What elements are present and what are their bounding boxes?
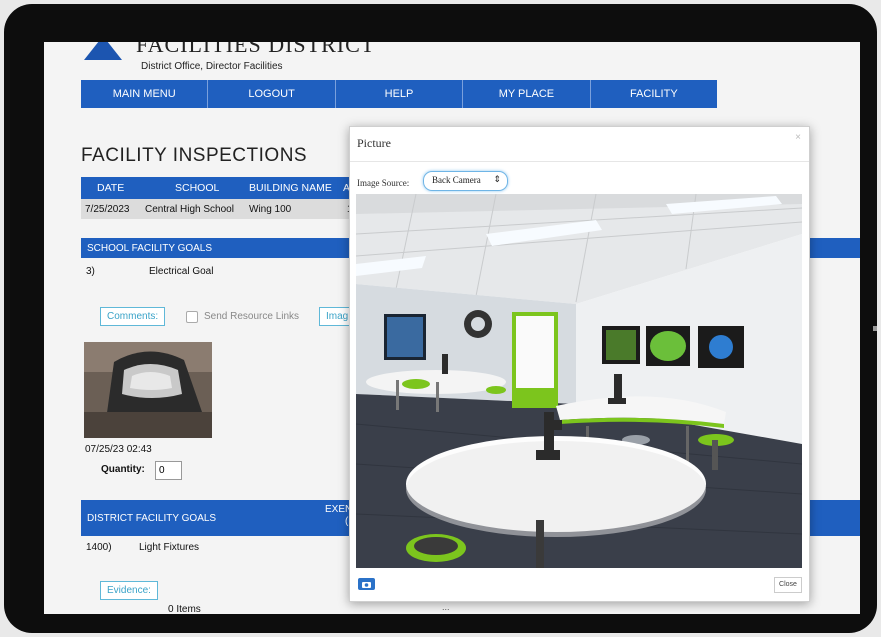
district-goals-title: DISTRICT FACILITY GOALS	[87, 513, 217, 524]
goal-number: 3)	[86, 266, 95, 277]
image-source-value: Back Camera	[432, 175, 481, 185]
cell-building: Wing 100	[249, 204, 292, 215]
image-source-label: Image Source:	[357, 178, 410, 188]
send-links-label: Send Resource Links	[204, 311, 300, 322]
send-links-checkbox[interactable]	[186, 311, 198, 323]
select-arrows-icon: ⇕	[493, 174, 501, 184]
photo-timestamp: 07/25/23 02:43	[85, 444, 152, 455]
camera-icon	[362, 582, 371, 588]
dialog-close-icon[interactable]: ×	[795, 132, 801, 143]
image-source-select[interactable]: Back Camera ⇕	[423, 171, 508, 191]
school-goals-title: SCHOOL FACILITY GOALS	[87, 243, 213, 254]
column-exemplar-sub: (	[345, 516, 349, 527]
page-title: FACILITY INSPECTIONS	[81, 145, 308, 166]
main-nav: MAIN MENU LOGOUT HELP MY PLACE FACILITY	[81, 80, 717, 108]
camera-button[interactable]	[358, 578, 375, 590]
quantity-label: Quantity:	[101, 464, 145, 475]
evidence-button[interactable]: Evidence:	[100, 581, 158, 600]
column-date: DATE	[97, 182, 125, 194]
dialog-divider	[350, 161, 809, 162]
quantity-input[interactable]: 0	[155, 461, 182, 480]
app-screen: FACILITIES DISTRICT District Office, Dir…	[44, 42, 860, 614]
dialog-title: Picture	[357, 136, 391, 150]
camera-preview-image	[356, 194, 802, 568]
user-role: District Office, Director Facilities	[141, 61, 283, 72]
district-name: FACILITIES DISTRICT	[136, 42, 376, 57]
column-school: SCHOOL	[175, 182, 220, 194]
column-building-name: BUILDING NAME	[249, 182, 332, 194]
attached-photo-thumbnail[interactable]	[84, 342, 212, 438]
scroll-handle[interactable]	[873, 326, 877, 331]
nav-my-place[interactable]: MY PLACE	[463, 80, 591, 108]
district-goal-number: 1400)	[86, 542, 112, 553]
nav-facility[interactable]: FACILITY	[591, 80, 717, 108]
items-count: 0 Items	[168, 604, 201, 614]
district-goal-name: Light Fixtures	[139, 542, 200, 553]
tablet-frame: FACILITIES DISTRICT District Office, Dir…	[4, 4, 877, 633]
picture-dialog: Picture × Image Source: Back Camera ⇕ Cl…	[349, 126, 810, 602]
more-dots[interactable]: ...	[442, 602, 450, 612]
close-button[interactable]: Close	[774, 577, 802, 593]
nav-main-menu[interactable]: MAIN MENU	[81, 80, 209, 108]
nav-help[interactable]: HELP	[336, 80, 464, 108]
district-logo	[80, 42, 126, 60]
comments-button[interactable]: Comments:	[100, 307, 166, 326]
cell-date: 7/25/2023	[85, 204, 130, 215]
cell-school: Central High School	[145, 204, 234, 215]
nav-logout[interactable]: LOGOUT	[208, 80, 336, 108]
goal-name: Electrical Goal	[149, 266, 214, 277]
